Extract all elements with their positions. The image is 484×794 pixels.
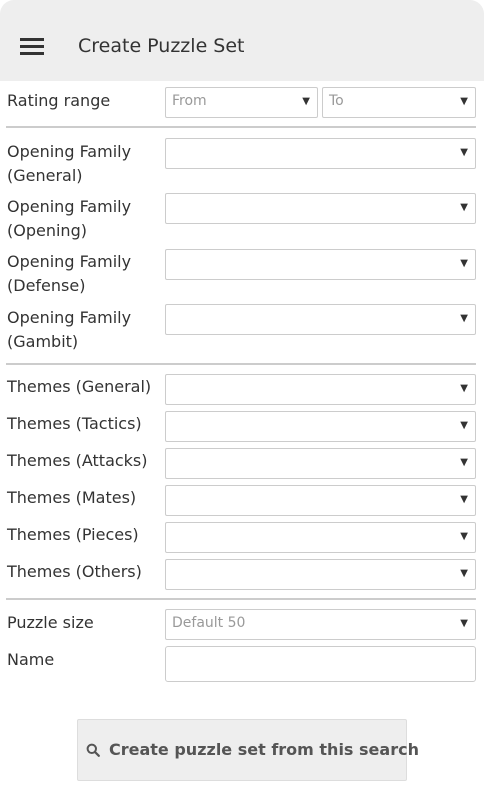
chevron-down-icon: ▼ [460, 568, 468, 579]
opening-opening-select[interactable]: ▼ [165, 193, 476, 224]
themes-mates-label: Themes (Mates) [7, 488, 137, 507]
section-divider [6, 598, 476, 600]
chevron-down-icon: ▼ [460, 494, 468, 505]
opening-gambit-label: Opening Family (Gambit) [7, 308, 132, 351]
chevron-down-icon: ▼ [460, 147, 468, 158]
themes-tactics-select[interactable]: ▼ [165, 411, 476, 442]
themes-others-select[interactable]: ▼ [165, 559, 476, 590]
app-header: Create Puzzle Set [0, 0, 484, 81]
section-divider [6, 126, 476, 128]
chevron-down-icon: ▼ [302, 96, 310, 107]
chevron-down-icon: ▼ [460, 313, 468, 324]
name-input[interactable] [165, 646, 476, 682]
page-title: Create Puzzle Set [78, 35, 245, 57]
puzzle-size-select[interactable]: Default 50 ▼ [165, 609, 476, 640]
themes-tactics-label: Themes (Tactics) [7, 414, 142, 433]
name-label: Name [7, 650, 55, 669]
search-icon [86, 743, 100, 757]
opening-defense-select[interactable]: ▼ [165, 249, 476, 280]
chevron-down-icon: ▼ [460, 383, 468, 394]
chevron-down-icon: ▼ [460, 531, 468, 542]
rating-from-value: From [172, 93, 207, 109]
chevron-down-icon: ▼ [460, 420, 468, 431]
themes-general-select[interactable]: ▼ [165, 374, 476, 405]
section-divider [6, 363, 476, 365]
opening-general-label: Opening Family (General) [7, 142, 132, 185]
puzzle-size-label: Puzzle size [7, 613, 94, 632]
opening-gambit-select[interactable]: ▼ [165, 304, 476, 335]
opening-defense-label: Opening Family (Defense) [7, 252, 132, 295]
chevron-down-icon: ▼ [460, 258, 468, 269]
create-puzzle-set-label: Create puzzle set from this search [109, 740, 419, 759]
themes-pieces-label: Themes (Pieces) [7, 525, 139, 544]
themes-others-label: Themes (Others) [7, 562, 142, 581]
puzzle-size-value: Default 50 [172, 615, 246, 631]
themes-pieces-select[interactable]: ▼ [165, 522, 476, 553]
themes-attacks-select[interactable]: ▼ [165, 448, 476, 479]
chevron-down-icon: ▼ [460, 96, 468, 107]
create-puzzle-set-button[interactable]: Create puzzle set from this search [77, 719, 419, 781]
rating-from-select[interactable]: From ▼ [165, 87, 318, 118]
chevron-down-icon: ▼ [460, 202, 468, 213]
rating-to-select[interactable]: To ▼ [322, 87, 476, 118]
rating-to-value: To [329, 93, 344, 109]
chevron-down-icon: ▼ [460, 618, 468, 629]
chevron-down-icon: ▼ [460, 457, 468, 468]
hamburger-menu-icon[interactable] [20, 38, 44, 58]
themes-general-label: Themes (General) [7, 377, 152, 396]
themes-attacks-label: Themes (Attacks) [7, 451, 148, 470]
rating-range-label: Rating range [7, 91, 111, 110]
opening-opening-label: Opening Family (Opening) [7, 197, 132, 240]
opening-general-select[interactable]: ▼ [165, 138, 476, 169]
themes-mates-select[interactable]: ▼ [165, 485, 476, 516]
